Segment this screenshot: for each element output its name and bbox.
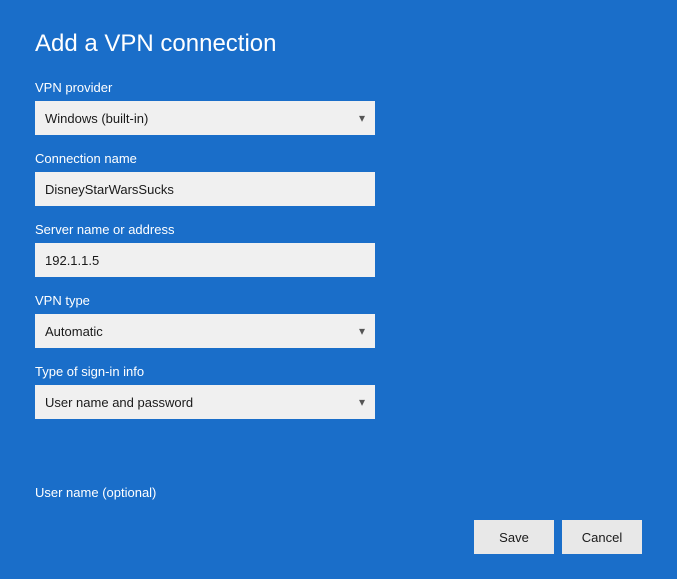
server-name-input[interactable] bbox=[35, 243, 375, 277]
vpn-type-select[interactable]: Automatic bbox=[35, 314, 375, 348]
sign-in-type-select-wrapper[interactable]: User name and password ▾ bbox=[35, 385, 375, 419]
vpn-provider-select-wrapper[interactable]: Windows (built-in) ▾ bbox=[35, 101, 375, 135]
vpn-provider-group: VPN provider Windows (built-in) ▾ bbox=[35, 80, 642, 135]
save-button[interactable]: Save bbox=[474, 520, 554, 554]
server-name-label: Server name or address bbox=[35, 222, 642, 237]
user-name-label: User name (optional) bbox=[35, 485, 642, 500]
dialog-title: Add a VPN connection bbox=[35, 30, 642, 58]
server-name-group: Server name or address bbox=[35, 222, 642, 277]
vpn-provider-select[interactable]: Windows (built-in) bbox=[35, 101, 375, 135]
cancel-button[interactable]: Cancel bbox=[562, 520, 642, 554]
bottom-section: User name (optional) Save Cancel bbox=[35, 485, 642, 554]
vpn-type-label: VPN type bbox=[35, 293, 642, 308]
button-row: Save Cancel bbox=[35, 520, 642, 554]
vpn-type-select-wrapper[interactable]: Automatic ▾ bbox=[35, 314, 375, 348]
sign-in-type-group: Type of sign-in info User name and passw… bbox=[35, 364, 642, 419]
sign-in-type-label: Type of sign-in info bbox=[35, 364, 642, 379]
vpn-dialog: Add a VPN connection VPN provider Window… bbox=[0, 0, 677, 579]
vpn-type-group: VPN type Automatic ▾ bbox=[35, 293, 642, 348]
connection-name-input[interactable] bbox=[35, 172, 375, 206]
connection-name-group: Connection name bbox=[35, 151, 642, 206]
connection-name-label: Connection name bbox=[35, 151, 642, 166]
sign-in-type-select[interactable]: User name and password bbox=[35, 385, 375, 419]
vpn-provider-label: VPN provider bbox=[35, 80, 642, 95]
